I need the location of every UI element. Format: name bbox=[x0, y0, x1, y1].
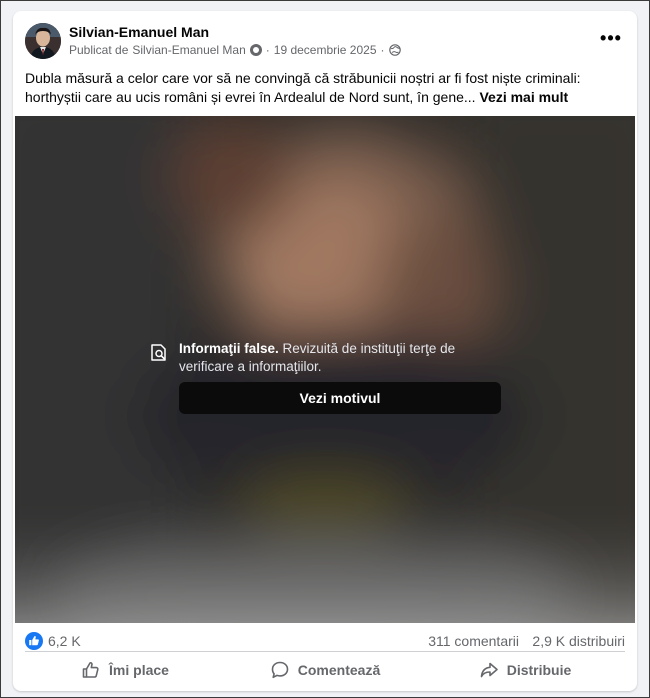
avatar-photo bbox=[25, 23, 61, 59]
like-button[interactable]: Îmi place bbox=[25, 652, 225, 688]
post-date[interactable]: 19 decembrie 2025 bbox=[274, 43, 377, 57]
like-reaction-icon[interactable] bbox=[25, 632, 43, 650]
profile-badge-icon bbox=[249, 44, 262, 56]
post-header: Silvian-Emanuel Man Publicat de Silvian-… bbox=[13, 11, 637, 71]
see-reason-button[interactable]: Vezi motivul bbox=[179, 382, 501, 414]
more-options-button[interactable]: ••• bbox=[597, 27, 625, 55]
warning-title: Informaţii false. bbox=[179, 341, 279, 356]
share-icon bbox=[480, 662, 498, 678]
comment-label: Comentează bbox=[297, 662, 381, 678]
globe-icon bbox=[388, 44, 401, 56]
post-text-line1: Dubla măsură a celor care vor să ne conv… bbox=[25, 70, 581, 86]
screenshot-frame: Silvian-Emanuel Man Publicat de Silvian-… bbox=[0, 0, 650, 698]
share-label: Distribuie bbox=[506, 662, 572, 678]
meta-separator: · bbox=[265, 43, 270, 57]
comment-icon bbox=[271, 661, 289, 679]
meta-prefix: Publicat de bbox=[69, 43, 129, 57]
post-text-line2: horthyștii care au ucis români și evrei … bbox=[25, 89, 476, 105]
post-text: Dubla măsură a celor care vor să ne conv… bbox=[25, 69, 625, 107]
author-name[interactable]: Silvian-Emanuel Man bbox=[69, 24, 209, 40]
comments-count[interactable]: 311 comentarii bbox=[428, 633, 519, 649]
see-more-link[interactable]: Vezi mai mult bbox=[479, 89, 568, 105]
post-meta: Publicat de Silvian-Emanuel Man · 19 dec… bbox=[69, 43, 401, 57]
meta-author[interactable]: Silvian-Emanuel Man bbox=[132, 43, 245, 57]
avatar[interactable] bbox=[25, 23, 61, 59]
privacy-separator: · bbox=[380, 43, 385, 57]
fact-check-icon bbox=[151, 344, 166, 361]
thumbs-up-icon bbox=[29, 636, 39, 646]
shares-count[interactable]: 2,9 K distribuiri bbox=[532, 633, 625, 649]
share-button[interactable]: Distribuie bbox=[425, 652, 625, 688]
like-label: Îmi place bbox=[109, 662, 169, 678]
warning-text: Informaţii false. Revizuită de instituţi… bbox=[179, 340, 479, 376]
post-actions: Îmi place Comentează Distribuie bbox=[25, 652, 625, 688]
post-card: Silvian-Emanuel Man Publicat de Silvian-… bbox=[13, 11, 637, 691]
thumbs-up-icon bbox=[82, 662, 99, 678]
blurred-media[interactable]: Informaţii false. Revizuită de instituţi… bbox=[15, 116, 635, 623]
comment-button[interactable]: Comentează bbox=[225, 652, 425, 688]
likes-count[interactable]: 6,2 K bbox=[48, 633, 81, 649]
